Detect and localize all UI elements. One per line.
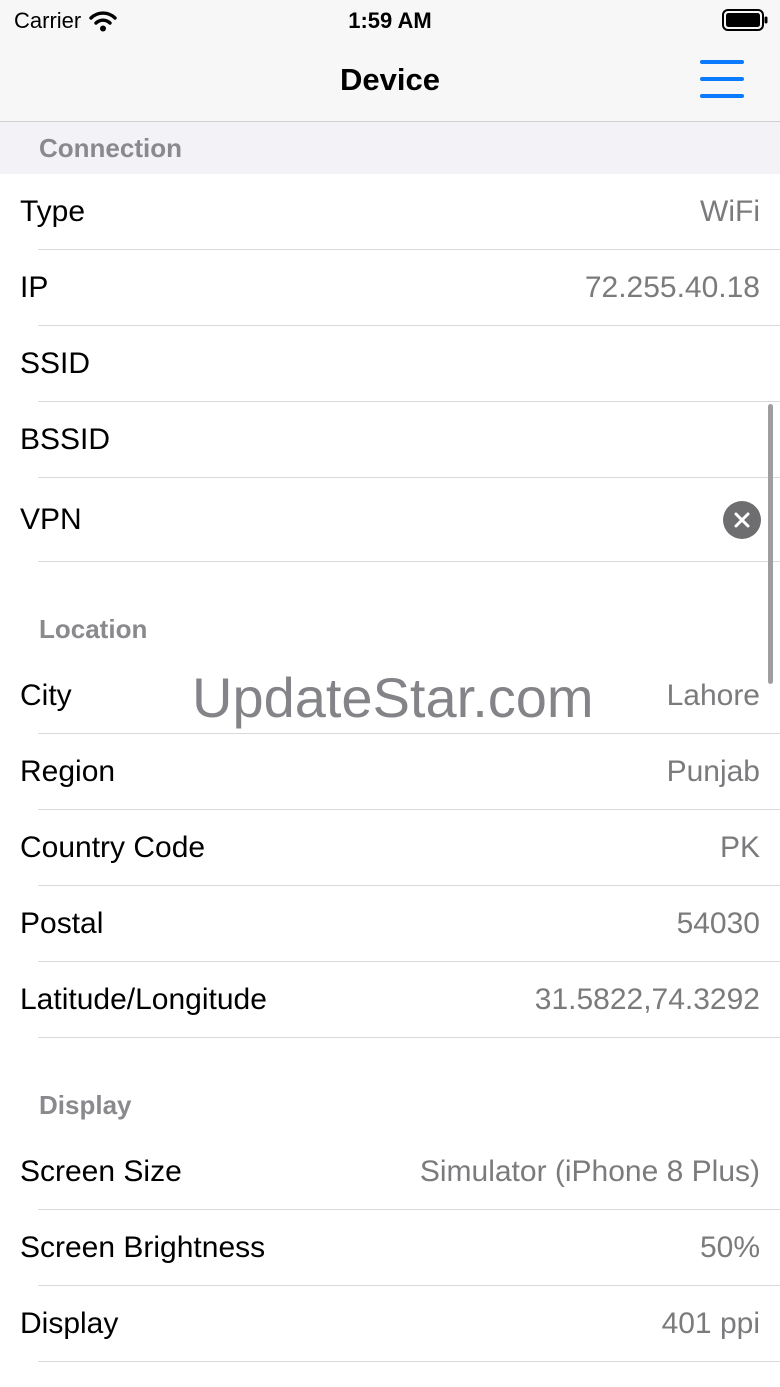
section-header-display: Display [39, 1090, 132, 1120]
hamburger-menu-icon[interactable] [698, 58, 746, 100]
row-label: Postal [20, 907, 104, 940]
row-label: Latitude/Longitude [20, 983, 267, 1016]
row-display[interactable]: Display 401 ppi [0, 1286, 780, 1362]
row-label: Region [20, 755, 116, 788]
row-screen-size[interactable]: Screen Size Simulator (iPhone 8 Plus) [0, 1134, 780, 1210]
row-value: Punjab [666, 755, 760, 788]
row-country-code[interactable]: Country Code PK [0, 810, 780, 886]
row-vpn[interactable]: VPN [0, 478, 780, 562]
row-screen-brightness[interactable]: Screen Brightness 50% [0, 1210, 780, 1286]
device-info-table[interactable]: Connection Type WiFi IP 72.255.40.18 SSI… [0, 122, 780, 1387]
section-header-connection: Connection [0, 122, 780, 174]
row-value: 72.255.40.18 [584, 271, 760, 304]
row-type[interactable]: Type WiFi [0, 174, 780, 250]
row-postal[interactable]: Postal 54030 [0, 886, 780, 962]
page-title: Device [340, 62, 440, 97]
row-value: 50% [699, 1231, 760, 1264]
row-value: 401 ppi [661, 1307, 760, 1340]
scrollbar[interactable] [768, 404, 773, 684]
status-bar: Carrier 1:59 AM [0, 0, 780, 40]
row-region[interactable]: Region Punjab [0, 734, 780, 810]
row-label: BSSID [20, 423, 111, 456]
row-value: WiFi [700, 195, 760, 228]
row-label: Type [20, 195, 86, 228]
row-city[interactable]: City Lahore [0, 658, 780, 734]
battery-icon [722, 9, 768, 31]
row-label: IP [20, 271, 49, 304]
row-latitude-longitude[interactable]: Latitude/Longitude 31.5822,74.3292 [0, 962, 780, 1038]
row-label: VPN [20, 503, 82, 536]
row-label: Screen Size [20, 1155, 182, 1188]
row-value: PK [719, 831, 760, 864]
row-label: City [20, 679, 72, 712]
close-circle-icon [723, 501, 761, 539]
section-header-location: Location [39, 614, 148, 644]
row-value: Lahore [666, 679, 760, 712]
row-value: 54030 [676, 907, 760, 940]
navigation-bar: Device [0, 40, 780, 122]
row-label: Display [20, 1307, 119, 1340]
status-time: 1:59 AM [348, 8, 432, 33]
row-value: Simulator (iPhone 8 Plus) [419, 1155, 760, 1188]
row-ssid[interactable]: SSID [0, 326, 780, 402]
row-label: SSID [20, 347, 91, 380]
row-ip[interactable]: IP 72.255.40.18 [0, 250, 780, 326]
row-label: Screen Brightness [20, 1231, 266, 1264]
row-value: 31.5822,74.3292 [534, 983, 760, 1016]
row-bssid[interactable]: BSSID [0, 402, 780, 478]
row-label: Country Code [20, 831, 206, 864]
